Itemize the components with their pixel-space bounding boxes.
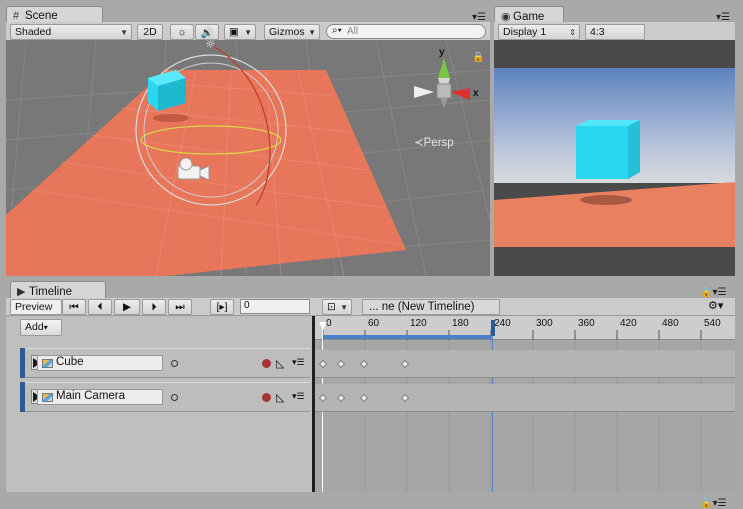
track-name: Main Camera [56, 390, 126, 402]
aspect-dropdown[interactable]: 4:3 [585, 24, 645, 40]
bottom-panel-menu-icon[interactable]: 🔒▾☰ [700, 498, 726, 509]
chevron-updown-icon: ⇕ [569, 28, 576, 37]
display-dropdown[interactable]: Display 1 ⇕ [498, 24, 580, 40]
timeline-lock-icon[interactable]: 🔒▾☰ [700, 287, 726, 298]
step-back-icon: ⏴ [97, 301, 103, 313]
effects-dropdown[interactable]: ▣ ▼ [224, 24, 256, 40]
ruler-tick-label: 120 [410, 318, 427, 329]
game-cube [576, 120, 640, 179]
ruler-tick-label: 60 [368, 318, 380, 329]
play-range-button[interactable]: [▸] [210, 299, 234, 315]
game-viewport[interactable] [494, 40, 735, 276]
gizmo-y-label: y [439, 47, 445, 58]
skip-end-icon: ⏭ [175, 301, 185, 313]
track-menu-icon[interactable]: ▾☰ [292, 357, 305, 368]
record-button[interactable] [262, 393, 271, 402]
timeline-name: ... ne (New Timeline) [369, 301, 475, 313]
next-frame-button[interactable]: ⏵ [142, 299, 166, 315]
gear-icon: ⚙▾ [708, 300, 724, 312]
tab-scene-label: Scene [25, 10, 58, 22]
skip-start-icon: ⏮ [69, 301, 79, 313]
projection-label: Persp [423, 137, 454, 149]
step-forward-icon: ⏵ [151, 301, 157, 313]
lock-icon[interactable]: 🔒 [472, 52, 484, 63]
grid-icon: # [13, 10, 20, 22]
ruler-tick-label: 180 [452, 318, 469, 329]
frame-icon: ⊡ [327, 301, 336, 313]
timeline-end-marker[interactable] [491, 320, 495, 336]
ruler-tick-label: 420 [620, 318, 637, 329]
add-track-button[interactable]: Add▾ [20, 319, 62, 336]
search-placeholder: All [347, 26, 359, 37]
frame-field[interactable]: 0 [240, 299, 310, 314]
2d-toggle-label: 2D [143, 26, 157, 38]
play-icon: ▶ [122, 301, 132, 313]
lighting-toggle-button[interactable]: ☼ [170, 24, 194, 40]
ruler-tick-label: 240 [494, 318, 511, 329]
track-name: Cube [56, 356, 84, 368]
gizmo-x-label: x [473, 88, 479, 99]
timeline-icon: ▶ [17, 286, 26, 298]
object-picker-icon[interactable] [171, 360, 178, 367]
shading-mode-label: Shaded [15, 26, 52, 38]
previous-frame-button[interactable]: ⏴ [88, 299, 112, 315]
timeline-breadcrumb[interactable]: ... ne (New Timeline) [362, 299, 500, 315]
2d-toggle-button[interactable]: 2D [137, 24, 163, 40]
timeline-settings-button[interactable]: ⚙▾ [708, 299, 730, 312]
scene-toolbar: Shaded ▼ 2D ☼ 🔊 ▣ ▼ Gizmos ▼ ⌕▾ All [6, 22, 490, 41]
chevron-down-icon: ▼ [120, 28, 128, 37]
speaker-icon: 🔊 [200, 27, 214, 39]
add-label: Add [25, 321, 44, 333]
chevron-down-icon: ▼ [308, 28, 316, 37]
gameobject-icon [42, 393, 53, 402]
track-object-field[interactable]: Cube [37, 355, 163, 371]
shading-mode-dropdown[interactable]: Shaded ▼ [10, 24, 132, 40]
curves-icon[interactable]: ◺ [276, 391, 284, 404]
preview-button[interactable]: Preview [10, 299, 62, 315]
frame-value: 0 [244, 300, 250, 311]
go-to-end-button[interactable]: ⏭ [168, 299, 192, 315]
svg-text:☼: ☼ [205, 40, 216, 51]
track-menu-icon[interactable]: ▾☰ [292, 391, 305, 402]
sun-icon: ☼ [177, 26, 187, 38]
track-lane-main-camera[interactable] [315, 384, 735, 412]
ruler-tick-label: 540 [704, 318, 721, 329]
record-button[interactable] [262, 359, 271, 368]
playhead-handle[interactable] [319, 322, 327, 330]
perspective-icon: ≺ [414, 137, 424, 149]
track-lane-cube[interactable] [315, 350, 735, 378]
chevron-down-icon: ▾ [43, 323, 48, 332]
play-button[interactable]: ▶ [114, 299, 140, 315]
image-icon: ▣ [229, 26, 239, 38]
aspect-label: 4:3 [590, 26, 605, 38]
display-label: Display 1 [503, 26, 547, 38]
scene-viewport[interactable]: ☼ y x 🔒 ≺Persp [6, 40, 490, 276]
tab-timeline-label: Timeline [29, 286, 73, 298]
timeline-toolbar: Preview ⏮ ⏴ ▶ ⏵ ⏭ [▸] 0 ⊡ ▼ ... ne (New T… [6, 298, 735, 316]
curves-icon[interactable]: ◺ [276, 357, 284, 370]
gizmos-dropdown[interactable]: Gizmos ▼ [264, 24, 320, 40]
play-range-icon: [▸] [216, 301, 228, 313]
gizmos-label: Gizmos [269, 26, 305, 38]
ruler-tick-label: 300 [536, 318, 553, 329]
chevron-down-icon: ▼ [340, 303, 348, 312]
track-header-cube[interactable]: Cube ◺ ▾☰ [25, 348, 310, 378]
ruler-tick-label: 480 [662, 318, 679, 329]
search-icon: ⌕▾ [332, 25, 342, 36]
unity-editor: # Scene ▾☰ Shaded ▼ 2D ☼ 🔊 ▣ ▼ Gizmos ▼ ⌕▾ A… [0, 0, 743, 509]
audio-toggle-button[interactable]: 🔊 [195, 24, 219, 40]
tab-timeline[interactable]: ▶ Timeline [10, 281, 106, 299]
view-options-dropdown[interactable]: ⊡ ▼ [322, 299, 352, 315]
projection-toggle[interactable]: ≺Persp [414, 135, 454, 149]
track-object-field[interactable]: Main Camera [37, 389, 163, 405]
track-header-main-camera[interactable]: Main Camera ◺ ▾☰ [25, 382, 310, 412]
go-to-start-button[interactable]: ⏮ [62, 299, 86, 315]
game-toolbar: Display 1 ⇕ 4:3 [494, 22, 735, 41]
scene-search-input[interactable]: ⌕▾ All [326, 24, 486, 39]
gameobject-icon [42, 359, 53, 368]
ruler-tick-label: 360 [578, 318, 595, 329]
object-picker-icon[interactable] [171, 394, 178, 401]
chevron-down-icon: ▼ [244, 28, 252, 37]
preview-label: Preview [15, 301, 53, 313]
